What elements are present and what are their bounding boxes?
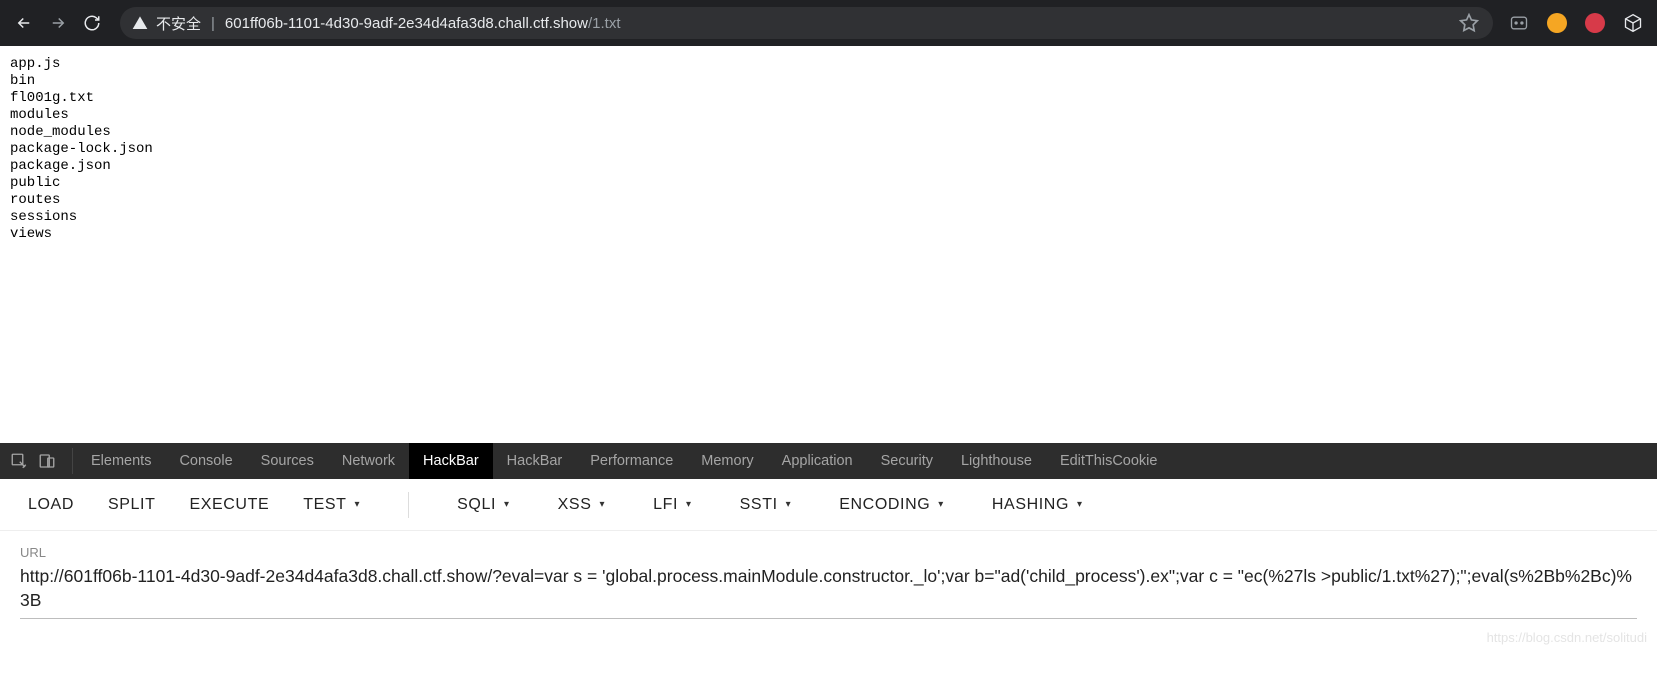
devtools-tab-elements[interactable]: Elements (77, 443, 165, 479)
chevron-down-icon: ▾ (938, 499, 944, 510)
device-toggle-icon[interactable] (34, 448, 60, 474)
hackbar-dropdown-label: ENCODING (839, 496, 930, 514)
chevron-down-icon: ▾ (355, 499, 361, 510)
hackbar-dropdown-label: XSS (558, 496, 592, 514)
extension-icon-red[interactable] (1583, 11, 1607, 35)
browser-toolbar: 不安全 | 601ff06b-1101-4d30-9adf-2e34d4afa3… (0, 0, 1657, 46)
hackbar-dropdown-label: SQLI (457, 496, 496, 514)
chevron-down-icon: ▾ (786, 499, 792, 510)
hackbar-url-label: URL (20, 545, 1637, 560)
devtools-tab-sources[interactable]: Sources (247, 443, 328, 479)
devtools-tabbar: ElementsConsoleSourcesNetworkHackBarHack… (0, 443, 1657, 479)
page-content: app.js bin fl001g.txt modules node_modul… (0, 46, 1657, 443)
devtools-tab-hackbar[interactable]: HackBar (409, 443, 493, 479)
chevron-down-icon: ▾ (504, 499, 510, 510)
devtools-tab-network[interactable]: Network (328, 443, 409, 479)
extension-icon-orange[interactable] (1545, 11, 1569, 35)
extensions-area (1507, 11, 1647, 35)
extension-icon-cube[interactable] (1621, 11, 1645, 35)
star-icon[interactable] (1457, 11, 1481, 35)
hackbar-dropdown-label: TEST (303, 496, 346, 514)
address-bar[interactable]: 不安全 | 601ff06b-1101-4d30-9adf-2e34d4afa3… (120, 7, 1493, 39)
devtools-tab-hackbar[interactable]: HackBar (493, 443, 577, 479)
warning-icon (132, 15, 148, 31)
hackbar-dropdown-label: SSTI (740, 496, 778, 514)
hackbar-dropdown-label: HASHING (992, 496, 1069, 514)
back-button[interactable] (10, 9, 38, 37)
watermark-text: https://blog.csdn.net/solitudi (1487, 630, 1647, 645)
hackbar-hashing-dropdown[interactable]: HASHING ▾ (992, 496, 1083, 514)
hackbar-divider (408, 492, 409, 518)
hackbar-dropdown-label: LFI (653, 496, 678, 514)
insecure-text: 不安全 (156, 13, 201, 34)
hackbar-encoding-dropdown[interactable]: ENCODING ▾ (839, 496, 944, 514)
hackbar-lfi-dropdown[interactable]: LFI ▾ (653, 496, 692, 514)
url-host: 601ff06b-1101-4d30-9adf-2e34d4afa3d8.cha… (225, 15, 588, 32)
inspect-icon[interactable] (6, 448, 32, 474)
hackbar-split-button[interactable]: SPLIT (108, 496, 155, 514)
hackbar-sqli-dropdown[interactable]: SQLI ▾ (457, 496, 510, 514)
hackbar-body: URL http://601ff06b-1101-4d30-9adf-2e34d… (0, 531, 1657, 649)
hackbar-test-dropdown[interactable]: TEST ▾ (303, 496, 360, 514)
separator: | (211, 15, 215, 32)
devtools-tab-security[interactable]: Security (867, 443, 947, 479)
url-path: /1.txt (588, 15, 621, 32)
hackbar-ssti-dropdown[interactable]: SSTI ▾ (740, 496, 792, 514)
devtools-tab-memory[interactable]: Memory (687, 443, 767, 479)
hackbar-toolbar: LOAD SPLIT EXECUTE TEST ▾ SQLI ▾ XSS ▾ LFI ▾ SSTI ▾… (0, 479, 1657, 531)
security-badge: 不安全 (132, 13, 201, 34)
hackbar-execute-button[interactable]: EXECUTE (189, 496, 269, 514)
hackbar-xss-dropdown[interactable]: XSS ▾ (558, 496, 605, 514)
devtools-tab-editthiscookie[interactable]: EditThisCookie (1046, 443, 1172, 479)
devtools-tab-console[interactable]: Console (165, 443, 246, 479)
devtools-tab-lighthouse[interactable]: Lighthouse (947, 443, 1046, 479)
devtools-tab-performance[interactable]: Performance (576, 443, 687, 479)
hackbar-load-button[interactable]: LOAD (28, 496, 74, 514)
metamask-icon[interactable] (1507, 11, 1531, 35)
reload-button[interactable] (78, 9, 106, 37)
hackbar-url-input[interactable]: http://601ff06b-1101-4d30-9adf-2e34d4afa… (20, 564, 1637, 619)
forward-button[interactable] (44, 9, 72, 37)
devtools-tab-application[interactable]: Application (768, 443, 867, 479)
chevron-down-icon: ▾ (686, 499, 692, 510)
url-display: 601ff06b-1101-4d30-9adf-2e34d4afa3d8.cha… (225, 15, 621, 32)
chevron-down-icon: ▾ (1077, 499, 1083, 510)
chevron-down-icon: ▾ (599, 499, 605, 510)
